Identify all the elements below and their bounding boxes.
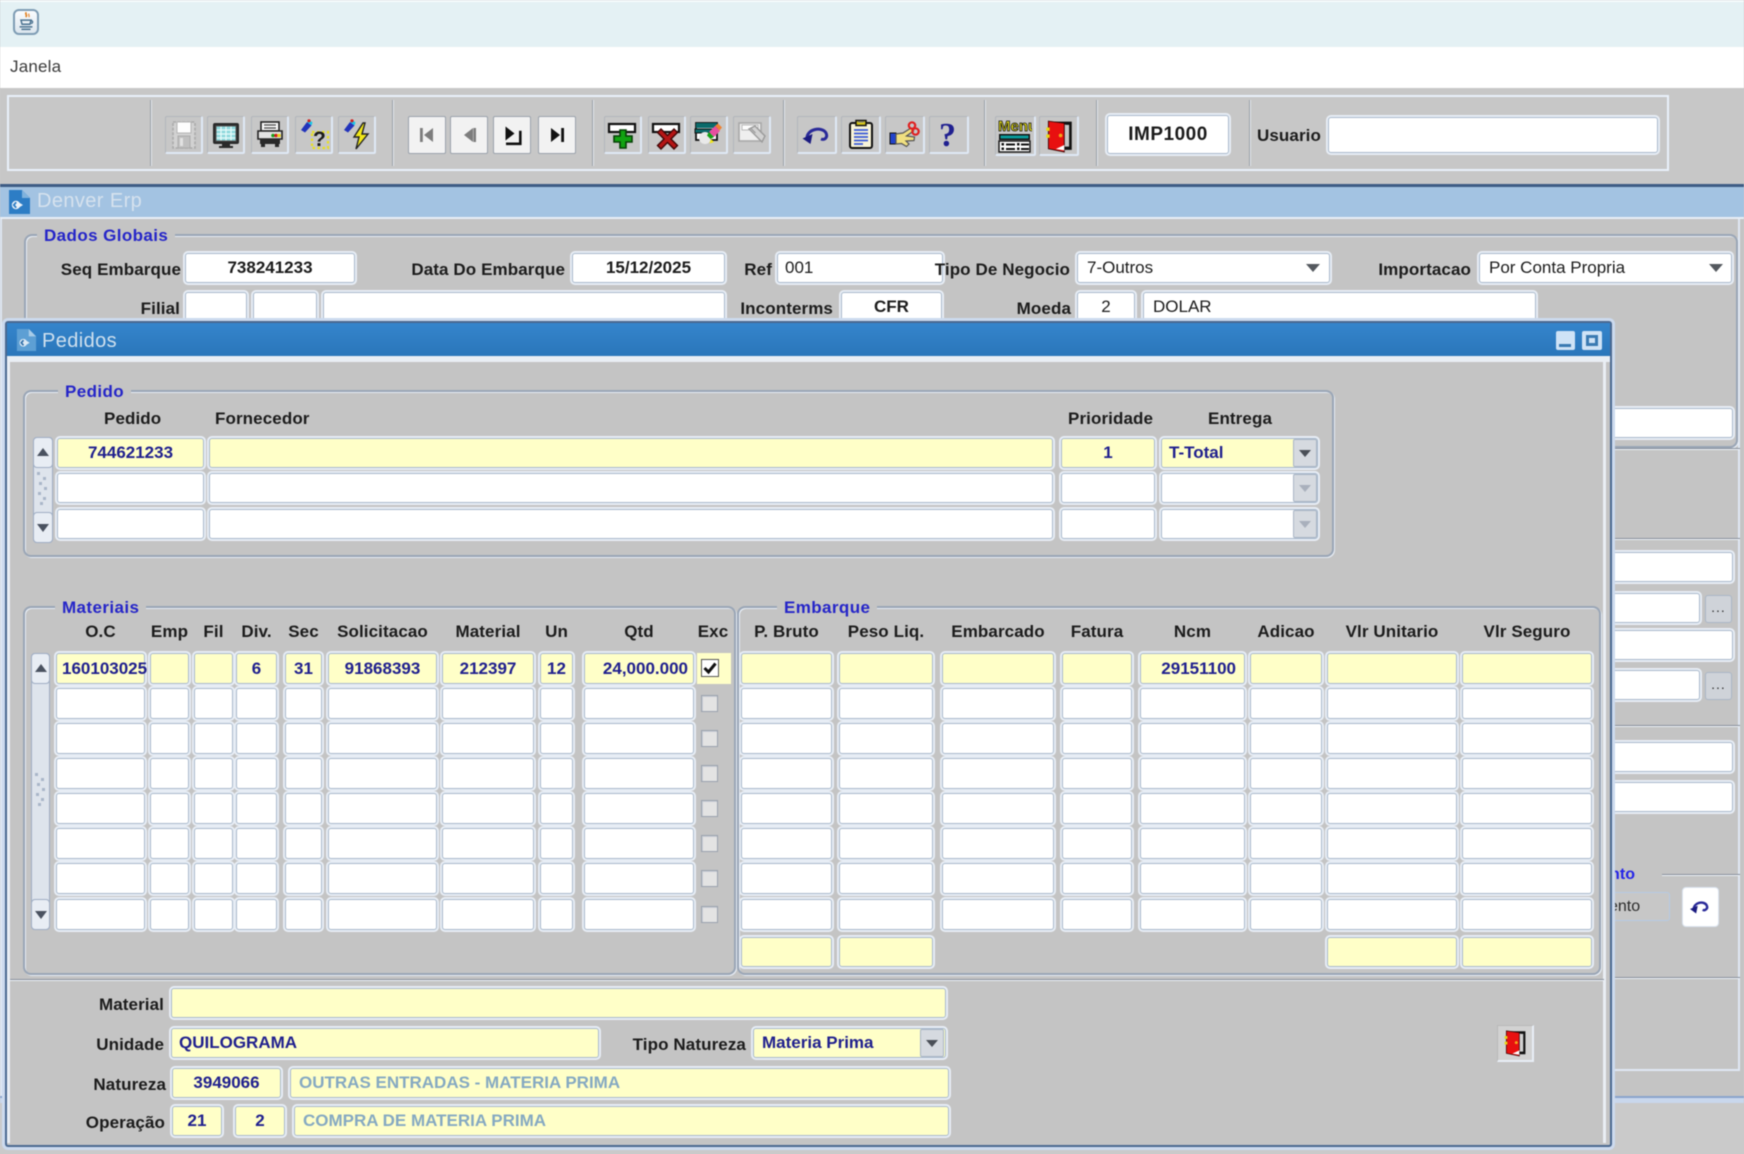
svg-text:?: ? [939,118,956,152]
svg-text:?: ? [313,128,326,151]
svg-text:Menu: Menu [998,119,1032,135]
